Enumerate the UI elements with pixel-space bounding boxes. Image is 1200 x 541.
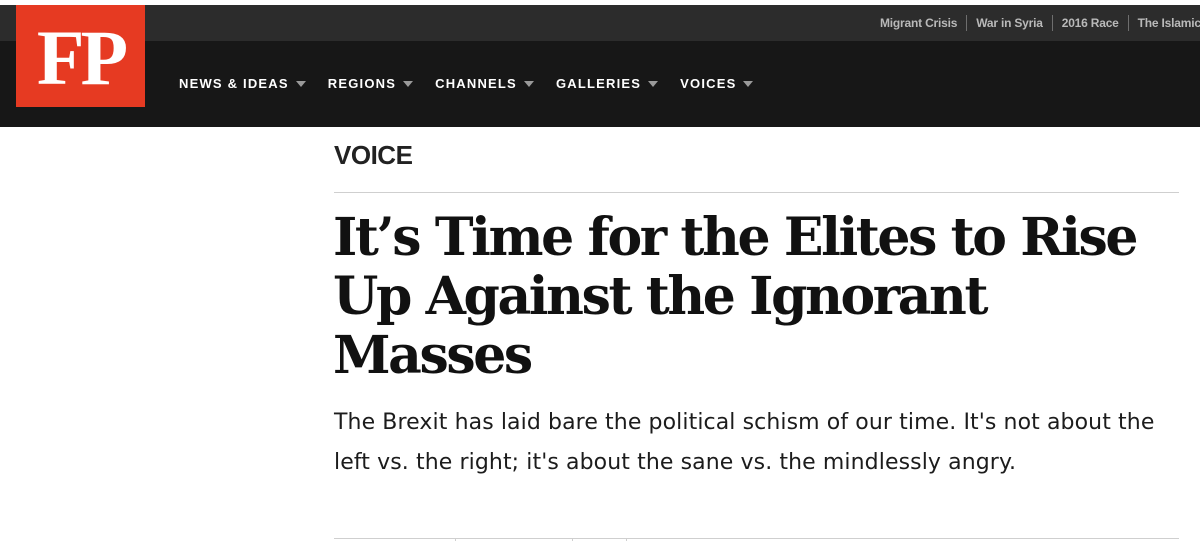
caret-down-icon <box>743 80 754 87</box>
article-kicker[interactable]: VOICE <box>334 140 413 171</box>
fp-logo[interactable]: FP <box>16 5 145 107</box>
caret-down-icon <box>403 80 414 87</box>
caret-down-icon <box>523 80 534 87</box>
nav-item-regions[interactable]: REGIONS <box>327 75 414 91</box>
caret-down-icon <box>648 80 659 87</box>
nav-item-galleries[interactable]: GALLERIES <box>555 75 659 91</box>
logo-text: FP <box>36 14 128 101</box>
nav-item-voices[interactable]: VOICES <box>680 75 754 91</box>
topic-link-migrant-crisis[interactable]: Migrant Crisis <box>880 15 966 31</box>
main-nav: NEWS & IDEAS REGIONS CHANNELS GALLERIES … <box>179 69 775 97</box>
nav-label: CHANNELS <box>435 75 517 91</box>
nav-label: REGIONS <box>327 75 397 91</box>
topic-link-2016-race[interactable]: 2016 Race <box>1051 15 1128 31</box>
nav-label: NEWS & IDEAS <box>179 75 289 91</box>
bottom-divider <box>334 538 1179 539</box>
site-header: Migrant Crisis War in Syria 2016 Race Th… <box>0 0 1200 127</box>
nav-item-channels[interactable]: CHANNELS <box>435 76 534 91</box>
article-headline: It’s Time for the Elites to Rise Up Agai… <box>333 207 1138 386</box>
nav-label: GALLERIES <box>555 75 642 91</box>
topic-link-war-in-syria[interactable]: War in Syria <box>966 15 1052 31</box>
nav-item-news-ideas[interactable]: NEWS & IDEAS <box>179 76 306 91</box>
kicker-divider <box>334 192 1179 193</box>
topic-link-islamic-state[interactable]: The Islamic State <box>1127 15 1200 31</box>
article-dek: The Brexit has laid bare the political s… <box>334 410 1155 475</box>
trending-topics: Migrant Crisis War in Syria 2016 Race Th… <box>880 5 1200 41</box>
nav-label: VOICES <box>680 75 737 91</box>
caret-down-icon <box>295 80 306 87</box>
